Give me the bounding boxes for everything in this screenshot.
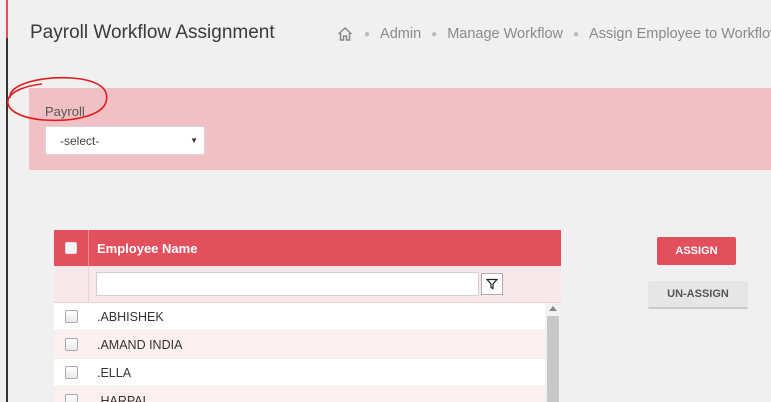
breadcrumb-separator: ● bbox=[364, 28, 371, 40]
table-row[interactable]: .AMAND INDIA bbox=[54, 331, 545, 359]
grid-scrollbar[interactable] bbox=[545, 303, 561, 402]
scroll-up-icon[interactable] bbox=[549, 306, 557, 311]
employee-name-filter-input[interactable] bbox=[96, 272, 479, 296]
row-checkbox[interactable] bbox=[65, 394, 78, 402]
table-row[interactable]: .HARPAL bbox=[54, 387, 545, 402]
breadcrumb: ● Admin ● Manage Workflow ● Assign Emplo… bbox=[336, 25, 771, 43]
employee-name-cell: .HARPAL bbox=[97, 393, 150, 402]
left-edge bbox=[0, 0, 8, 402]
select-all-cell bbox=[54, 230, 89, 266]
breadcrumb-separator: ● bbox=[431, 28, 438, 40]
chevron-down-icon: ▼ bbox=[190, 136, 198, 145]
row-checkbox[interactable] bbox=[65, 338, 78, 351]
grid-header: Employee Name bbox=[54, 230, 561, 266]
employee-name-cell: .ABHISHEK bbox=[97, 309, 164, 324]
column-header-employee-name[interactable]: Employee Name bbox=[89, 241, 197, 256]
grid-body: .ABHISHEK .AMAND INDIA .ELLA .HARPAL bbox=[54, 303, 561, 402]
row-checkbox[interactable] bbox=[65, 310, 78, 323]
unassign-button[interactable]: UN-ASSIGN bbox=[648, 281, 748, 309]
filter-icon bbox=[486, 278, 498, 290]
left-divider bbox=[6, 0, 8, 402]
payroll-select[interactable]: -select- ▼ bbox=[45, 126, 205, 155]
select-all-checkbox[interactable] bbox=[65, 242, 77, 254]
employee-name-cell: .ELLA bbox=[97, 365, 132, 380]
payroll-label: Payroll bbox=[45, 104, 85, 119]
employee-grid: Employee Name .ABHISHEK .AMAND INDIA .EL… bbox=[54, 230, 561, 402]
breadcrumb-current: Assign Employee to Workflow bbox=[589, 26, 771, 42]
breadcrumb-separator: ● bbox=[572, 28, 580, 40]
filter-button[interactable] bbox=[481, 273, 503, 295]
grid-filter-row bbox=[54, 265, 561, 303]
assign-button[interactable]: ASSIGN bbox=[657, 237, 736, 265]
payroll-select-value: -select- bbox=[60, 134, 100, 148]
filter-spacer bbox=[54, 265, 89, 303]
filter-panel: Payroll -select- ▼ bbox=[7, 76, 771, 170]
table-row[interactable]: .ELLA bbox=[54, 359, 545, 387]
employee-name-cell: .AMAND INDIA bbox=[97, 337, 183, 352]
table-row[interactable]: .ABHISHEK bbox=[54, 303, 545, 331]
page-title: Payroll Workflow Assignment bbox=[30, 22, 275, 43]
breadcrumb-manage-workflow[interactable]: Manage Workflow bbox=[447, 26, 563, 42]
scrollbar-thumb[interactable] bbox=[547, 316, 559, 402]
left-accent bbox=[6, 0, 8, 38]
row-checkbox[interactable] bbox=[65, 366, 78, 379]
breadcrumb-admin[interactable]: Admin bbox=[380, 26, 421, 42]
home-icon[interactable] bbox=[336, 25, 354, 43]
